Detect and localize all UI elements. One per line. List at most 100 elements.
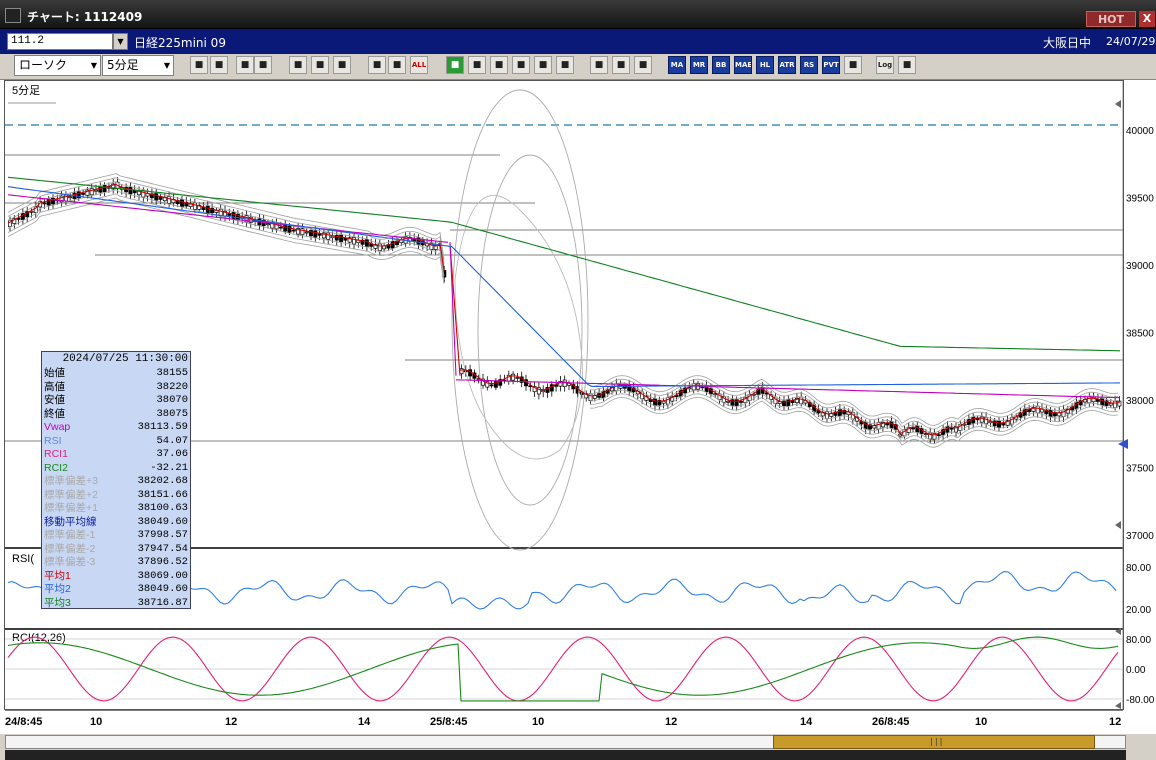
candle-body — [1113, 400, 1118, 409]
info-row: 高値 38220 — [44, 381, 188, 394]
info-label: 標準偏差-3 — [44, 556, 96, 568]
candle-body — [304, 231, 309, 234]
tool-ma-button[interactable]: MA — [668, 56, 686, 74]
candle-body — [911, 427, 915, 430]
symbol-code-input[interactable]: 111.2 — [7, 33, 113, 50]
box-icon[interactable]: ■ — [844, 56, 862, 74]
time-axis-label: 10 — [90, 716, 102, 728]
info-row: 終値 38075 — [44, 408, 188, 421]
candle-icon[interactable]: ■ — [368, 56, 386, 74]
candle-body — [489, 384, 494, 387]
candle-body — [128, 186, 133, 195]
candle-body — [799, 396, 804, 405]
tool-hl-button[interactable]: HL — [756, 56, 774, 74]
list-icon[interactable]: ■ — [534, 56, 552, 74]
rsi-axis-label: 20.00 — [1126, 605, 1151, 616]
tool-bb-button[interactable]: BB — [712, 56, 730, 74]
candle-body — [291, 229, 296, 232]
candle-body — [661, 400, 666, 404]
candle-body — [102, 184, 107, 193]
info-label: 安値 — [44, 394, 65, 406]
shape-icon[interactable]: ■ — [590, 56, 608, 74]
info-value: -32.21 — [150, 461, 188, 474]
crosshair-icon[interactable]: ■ — [210, 56, 228, 74]
candle-body — [837, 408, 842, 417]
scroll-strip — [5, 750, 1126, 760]
info-value: 37.06 — [156, 448, 188, 460]
market-session: 大阪日中 — [1043, 36, 1092, 50]
chart-toolbar: ローソク ▼ 5分足 ▼ ■ ■ ■ ■ ■ ■ ■ ■ ■ ALL ■ ■ ■ ■ ■ ■ ■ ■ ■ MA MR BB MA… — [0, 54, 1156, 80]
data-window: 2024/07/25 11:30:00 始値 38155 高値 38220 安値 3807… — [41, 351, 191, 609]
tool-rs-button[interactable]: RS — [800, 56, 818, 74]
info-row: 標準偏差+2 38151.66 — [44, 489, 188, 502]
info-label: 標準偏差-1 — [44, 529, 96, 541]
candle-body — [1001, 422, 1006, 426]
candle-body — [180, 199, 184, 207]
bar-icon[interactable]: ■ — [289, 56, 307, 74]
candle-body — [614, 383, 619, 392]
chart-type-select[interactable]: ローソク ▼ — [14, 55, 101, 76]
pen-icon[interactable]: ■ — [446, 56, 464, 74]
line-icon[interactable]: ■ — [468, 56, 486, 74]
tool-atr-button[interactable]: ATR — [778, 56, 796, 74]
candle-body — [541, 390, 546, 393]
candle-body — [300, 228, 305, 236]
candle-body — [872, 425, 877, 429]
candle-body — [68, 196, 73, 199]
tool-mae-button[interactable]: MAE — [734, 56, 752, 74]
band-lower-3 — [7, 197, 445, 284]
window-icon[interactable]: ■ — [898, 56, 916, 74]
time-axis-label: 14 — [800, 716, 813, 728]
candle-body — [313, 230, 318, 238]
info-value: 38100.63 — [137, 502, 188, 514]
candle-body — [889, 421, 894, 429]
chevron-down-icon[interactable]: ▼ — [113, 33, 128, 50]
time-scrollbar[interactable]: ||| — [0, 734, 1156, 760]
candle-body — [266, 223, 270, 226]
candle-body — [876, 422, 881, 430]
color-icon[interactable]: ■ — [634, 56, 652, 74]
axis-arrow-icon — [1115, 702, 1121, 709]
cursor-icon[interactable]: ■ — [236, 56, 254, 74]
candle-body — [192, 202, 197, 210]
info-value: 37947.54 — [137, 542, 188, 555]
hot-button[interactable]: HOT — [1086, 11, 1136, 27]
interval-select[interactable]: 5分足 ▼ — [102, 55, 174, 76]
info-value: 37896.52 — [137, 556, 188, 568]
candle2-icon[interactable]: ■ — [388, 56, 406, 74]
arrows-icon[interactable]: ■ — [311, 56, 329, 74]
price-axis-label: 39000 — [1126, 261, 1154, 272]
time-axis-label: 12 — [1109, 716, 1121, 728]
info-label: Vwap — [44, 421, 71, 433]
interval-panel-label: 5分足 — [12, 84, 40, 97]
gap-band-inner — [454, 194, 583, 460]
trash-icon[interactable]: ■ — [556, 56, 574, 74]
symbol-name: 日経225mini 09 — [134, 36, 226, 50]
pointer-icon[interactable]: ■ — [490, 56, 508, 74]
info-timestamp: 2024/07/25 11:30:00 — [62, 353, 188, 365]
tool-mr-button[interactable]: MR — [690, 56, 708, 74]
info-label: 始値 — [44, 367, 65, 379]
info-value: 54.07 — [156, 434, 188, 447]
tool-log-button[interactable]: Log — [876, 56, 894, 74]
price-axis-label: 39500 — [1126, 194, 1154, 205]
title-bar: チャート: 1112409 HOT X — [0, 0, 1156, 29]
undo-icon[interactable]: ■ — [512, 56, 530, 74]
info-row: 移動平均線 38049.60 — [44, 516, 188, 529]
wrench-icon[interactable]: ■ — [612, 56, 630, 74]
info-label: 標準偏差+2 — [44, 488, 98, 501]
tool-all-button[interactable]: ALL — [410, 56, 428, 74]
price-axis-label: 37500 — [1126, 464, 1154, 475]
time-axis-label: 10 — [532, 716, 544, 728]
info-row: 平均2 38049.60 — [44, 583, 188, 596]
rsi-title: RSI( — [12, 553, 34, 565]
candle-body — [825, 411, 829, 419]
time-axis-label: 24/8:45 — [5, 716, 42, 728]
search-icon[interactable]: ■ — [254, 56, 272, 74]
info-value: 37998.57 — [137, 529, 188, 541]
reset-icon[interactable]: ■ — [333, 56, 351, 74]
tool-pvt-button[interactable]: PVT — [822, 56, 840, 74]
info-value: 38070 — [156, 394, 188, 406]
zoom-icon[interactable]: ■ — [190, 56, 208, 74]
close-button[interactable]: X — [1139, 11, 1155, 27]
